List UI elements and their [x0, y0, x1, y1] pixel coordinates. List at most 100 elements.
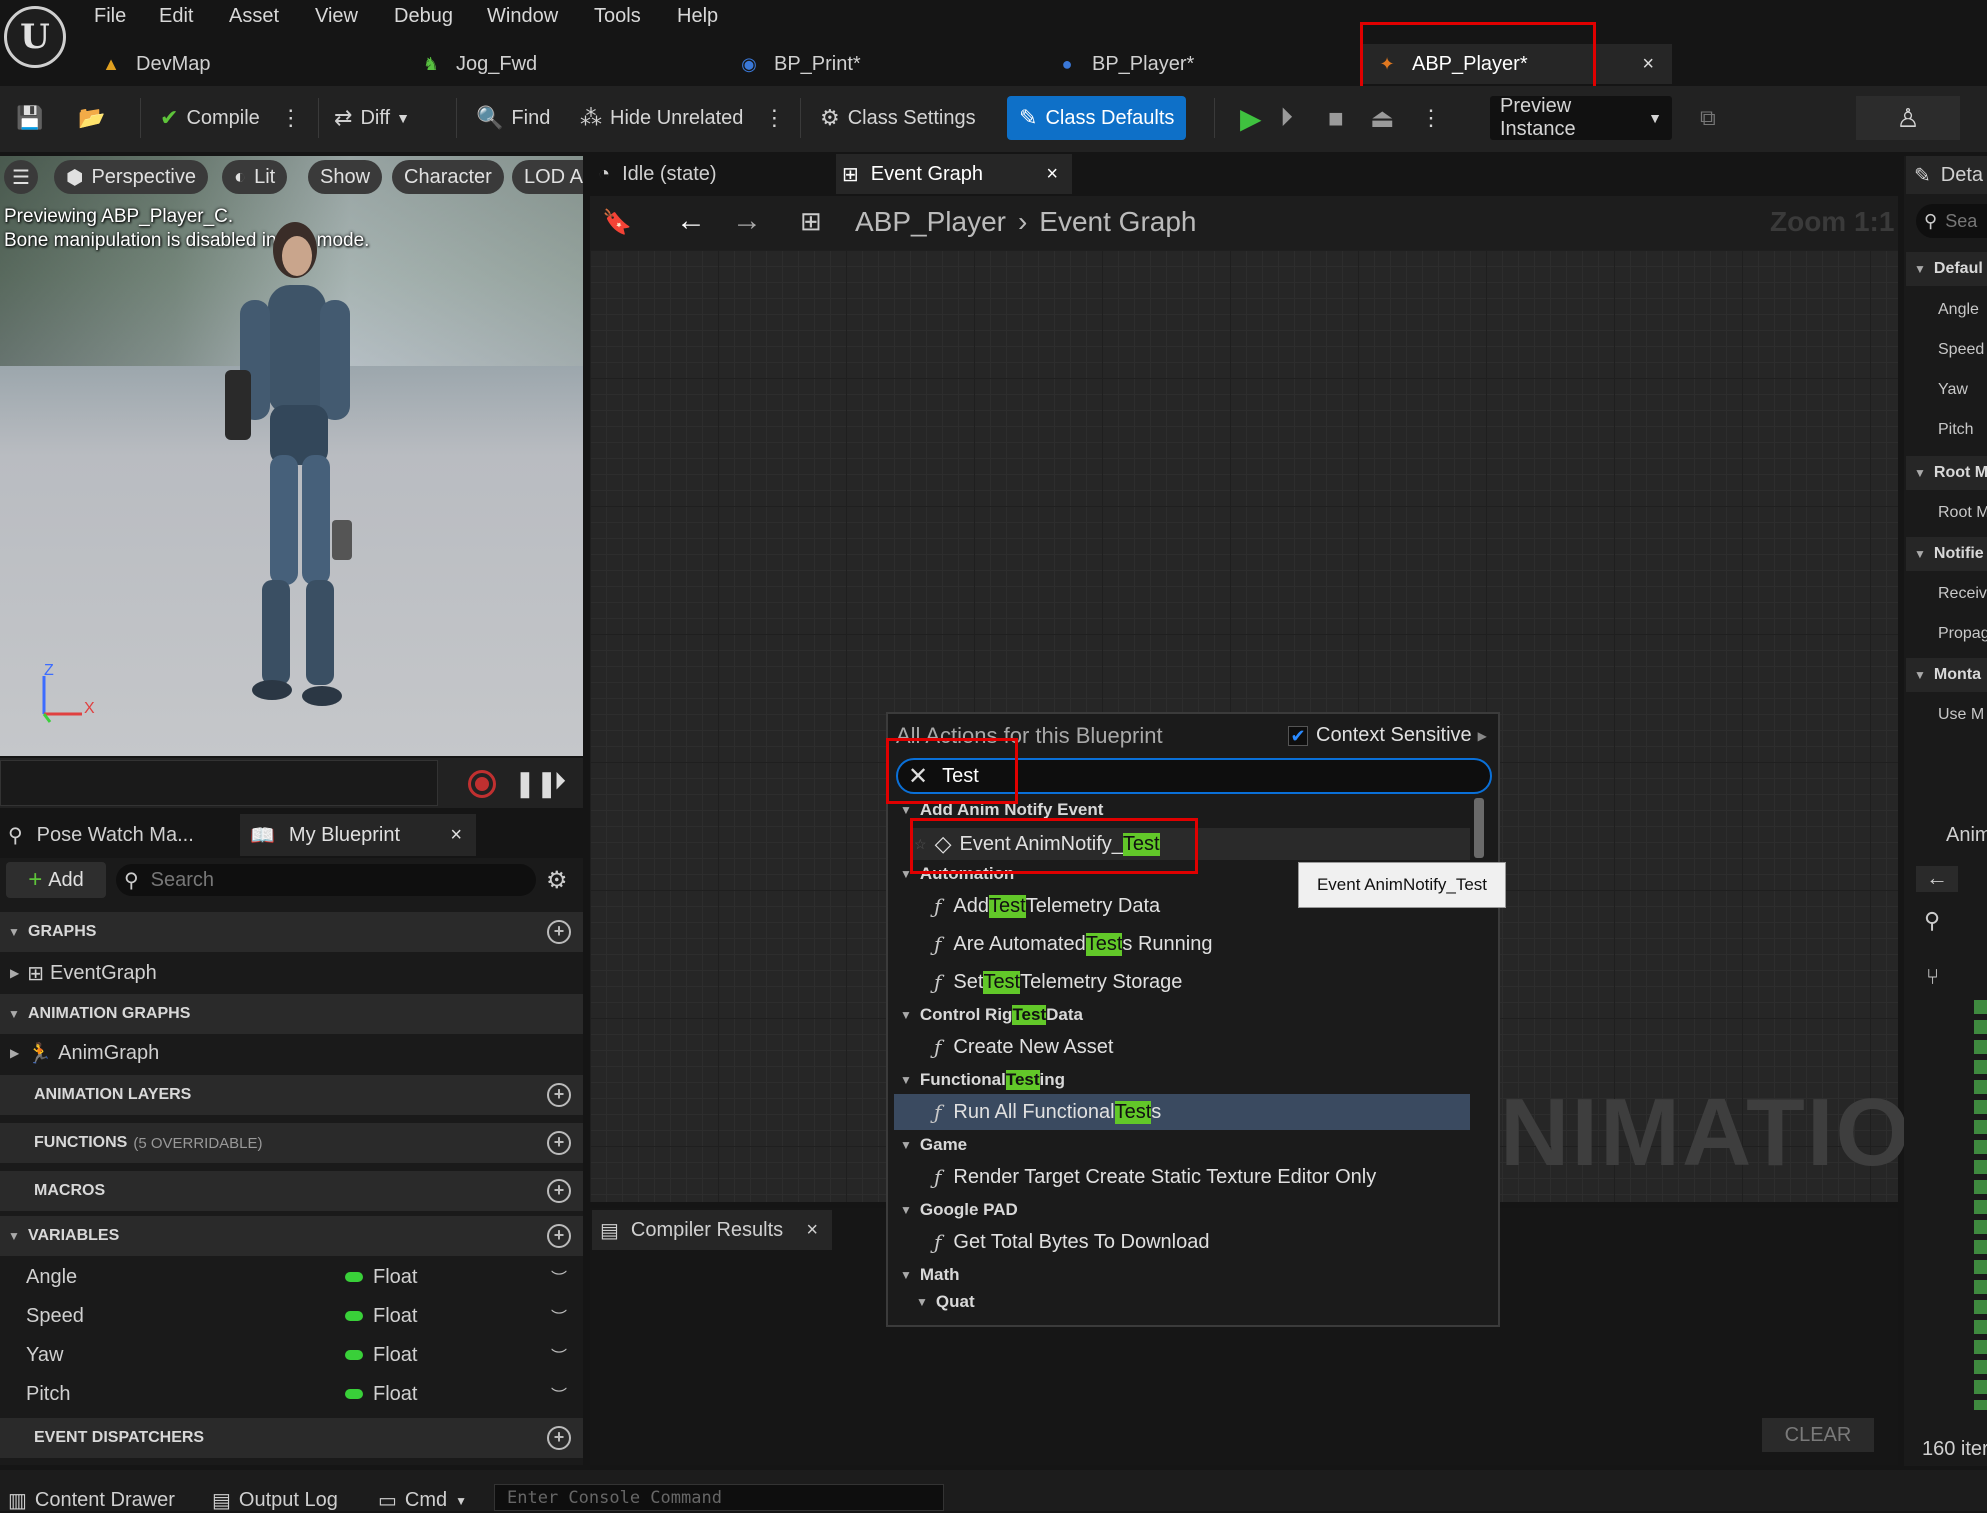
category-functions[interactable]: FUNCTIONS (5 OVERRIDABLE) +: [0, 1123, 583, 1163]
back-arrow-icon[interactable]: ←: [676, 204, 706, 238]
eye-closed-icon[interactable]: ︶: [551, 1343, 567, 1367]
close-tab-icon[interactable]: ×: [1642, 53, 1654, 76]
menu-file[interactable]: File: [94, 5, 126, 28]
variable-speed[interactable]: Speed Float ︶: [0, 1297, 583, 1335]
more-options-icon[interactable]: ⋮: [280, 105, 302, 131]
variable-pitch[interactable]: Pitch Float ︶: [0, 1375, 583, 1413]
eye-closed-icon[interactable]: ︶: [551, 1304, 567, 1328]
action-add-test-telemetry-data[interactable]: ƒ Add Test Telemetry Data: [934, 894, 1160, 918]
eject-icon[interactable]: ⏏: [1370, 96, 1395, 140]
variable-angle[interactable]: Angle Float ︶: [0, 1258, 583, 1296]
variable-yaw[interactable]: Yaw Float ︶: [0, 1336, 583, 1374]
more-options-icon[interactable]: ⋮: [1420, 96, 1442, 140]
tab-jog-fwd[interactable]: ♞ Jog_Fwd: [420, 44, 710, 84]
add-button[interactable]: + Add: [6, 862, 106, 898]
menu-window[interactable]: Window: [487, 5, 558, 28]
action-category[interactable]: ▼ Quat: [916, 1292, 975, 1312]
back-arrow-icon[interactable]: ←: [1916, 866, 1958, 892]
hide-unrelated-button[interactable]: ⁂ Hide Unrelated ⋮: [580, 96, 785, 140]
show-button[interactable]: Show: [308, 160, 383, 194]
tab-idle-state[interactable]: ◔ Idle (state): [596, 154, 826, 194]
timeline-scrubber[interactable]: [0, 760, 438, 806]
close-tab-icon[interactable]: ×: [806, 1219, 818, 1242]
action-category[interactable]: ▼ Google PAD: [900, 1200, 1018, 1220]
tab-event-graph[interactable]: ⊞ Event Graph ×: [836, 154, 1072, 194]
menu-view[interactable]: View: [315, 5, 358, 28]
record-button[interactable]: [468, 770, 496, 798]
tab-pose-watch[interactable]: ⚲ Pose Watch Ma...: [0, 814, 236, 856]
blueprint-search-input[interactable]: ⚲ Search: [116, 864, 536, 896]
more-options-icon[interactable]: ⋮: [763, 105, 785, 131]
settings-gear-icon[interactable]: ⚙: [546, 866, 568, 895]
tab-bp-player[interactable]: ● BP_Player*: [1056, 44, 1346, 84]
lit-button[interactable]: ◐ Lit: [222, 160, 288, 194]
action-render-target-create-static-texture[interactable]: ƒ Render Target Create Static Texture Edi…: [934, 1165, 1376, 1189]
step-icon[interactable]: ⏵: [1280, 96, 1293, 140]
class-defaults-button[interactable]: ✎ Class Defaults: [1007, 96, 1187, 140]
variable-type[interactable]: Float: [345, 1383, 417, 1406]
add-variable-icon[interactable]: +: [547, 1224, 571, 1248]
action-category[interactable]: ▼ Functional Test ing: [900, 1070, 1065, 1090]
unreal-logo-icon[interactable]: U: [4, 6, 66, 68]
checkbox-checked-icon[interactable]: ✔: [1288, 725, 1308, 746]
details-category-default[interactable]: ▼ Defaul: [1906, 252, 1987, 286]
add-layer-icon[interactable]: +: [547, 1083, 571, 1107]
content-drawer-button[interactable]: ▥ Content Drawer: [8, 1488, 175, 1513]
play-icon[interactable]: ▶: [1240, 96, 1262, 140]
bookmark-icon[interactable]: 🔖: [602, 208, 632, 237]
scrollbar-thumb[interactable]: [1474, 798, 1484, 858]
save-button[interactable]: 💾: [16, 96, 51, 140]
eye-closed-icon[interactable]: ︶: [551, 1382, 567, 1406]
console-command-input[interactable]: Enter Console Command: [494, 1484, 944, 1511]
category-event-dispatchers[interactable]: EVENT DISPATCHERS +: [0, 1418, 583, 1458]
menu-debug[interactable]: Debug: [394, 5, 453, 28]
action-create-new-asset[interactable]: ƒ Create New Asset: [934, 1035, 1113, 1059]
category-animation-graphs[interactable]: ▼ ANIMATION GRAPHS: [0, 994, 583, 1034]
tab-devmap[interactable]: ▲ DevMap: [100, 44, 390, 84]
category-variables[interactable]: ▼ VARIABLES +: [0, 1216, 583, 1256]
persona-mode-button[interactable]: ♙: [1856, 96, 1960, 140]
tab-details[interactable]: ✎ Deta: [1906, 156, 1987, 194]
action-run-all-functional-tests[interactable]: ƒ Run All Functional Test s: [894, 1094, 1470, 1130]
action-get-total-bytes-to-download[interactable]: ƒ Get Total Bytes To Download: [934, 1230, 1209, 1254]
output-log-button[interactable]: ▤ Output Log: [212, 1488, 338, 1513]
details-category-montage[interactable]: ▼ Monta: [1906, 658, 1987, 692]
find-button[interactable]: 🔍 Find: [476, 96, 550, 140]
action-category[interactable]: ▼ Math: [900, 1265, 960, 1285]
close-tab-icon[interactable]: ×: [450, 824, 462, 847]
tab-compiler-results[interactable]: ▤ Compiler Results ×: [592, 1210, 832, 1250]
clear-button[interactable]: CLEAR: [1762, 1418, 1874, 1452]
action-category[interactable]: ▼ Game: [900, 1135, 967, 1155]
close-tab-icon[interactable]: ×: [1046, 163, 1058, 186]
step-forward-icon[interactable]: ⏵: [554, 768, 566, 796]
pause-icon[interactable]: ❚❚: [514, 768, 558, 799]
search-icon[interactable]: ⚲: [1924, 908, 1940, 934]
add-macro-icon[interactable]: +: [547, 1179, 571, 1203]
cmd-dropdown[interactable]: ▭ Cmd ▼: [378, 1488, 467, 1513]
tab-bp-print[interactable]: ◉ BP_Print*: [738, 44, 1028, 84]
action-are-automated-tests-running[interactable]: ƒ Are Automated Test s Running: [934, 932, 1212, 956]
category-graphs[interactable]: ▼ GRAPHS +: [0, 912, 583, 952]
add-function-icon[interactable]: +: [547, 1131, 571, 1155]
add-graph-icon[interactable]: +: [547, 920, 571, 944]
menu-asset[interactable]: Asset: [229, 5, 279, 28]
details-search-input[interactable]: ⚲ Sea: [1916, 204, 1987, 238]
stop-icon[interactable]: ■: [1328, 96, 1344, 140]
menu-tools[interactable]: Tools: [594, 5, 641, 28]
tab-anim-assets[interactable]: Anim: [1946, 824, 1987, 847]
viewport-menu-button[interactable]: ☰: [4, 160, 38, 194]
menu-edit[interactable]: Edit: [159, 5, 193, 28]
details-category-notifies[interactable]: ▼ Notifie: [1906, 537, 1987, 571]
breadcrumb-root[interactable]: ABP_Player: [855, 206, 1006, 238]
details-category-root-motion[interactable]: ▼ Root M: [1906, 456, 1987, 490]
category-animation-layers[interactable]: ANIMATION LAYERS +: [0, 1075, 583, 1115]
variable-type[interactable]: Float: [345, 1344, 417, 1367]
graph-item-eventgraph[interactable]: ▶ ⊞ EventGraph: [0, 954, 583, 992]
perspective-button[interactable]: ⬢ Perspective: [54, 160, 208, 194]
graph-item-animgraph[interactable]: ▶ 🏃 AnimGraph: [0, 1034, 583, 1072]
variable-type[interactable]: Float: [345, 1266, 417, 1289]
context-sensitive-toggle[interactable]: ✔ Context Sensitive ▶: [1288, 724, 1487, 747]
variable-type[interactable]: Float: [345, 1305, 417, 1328]
menu-help[interactable]: Help: [677, 5, 718, 28]
category-macros[interactable]: MACROS +: [0, 1171, 583, 1211]
